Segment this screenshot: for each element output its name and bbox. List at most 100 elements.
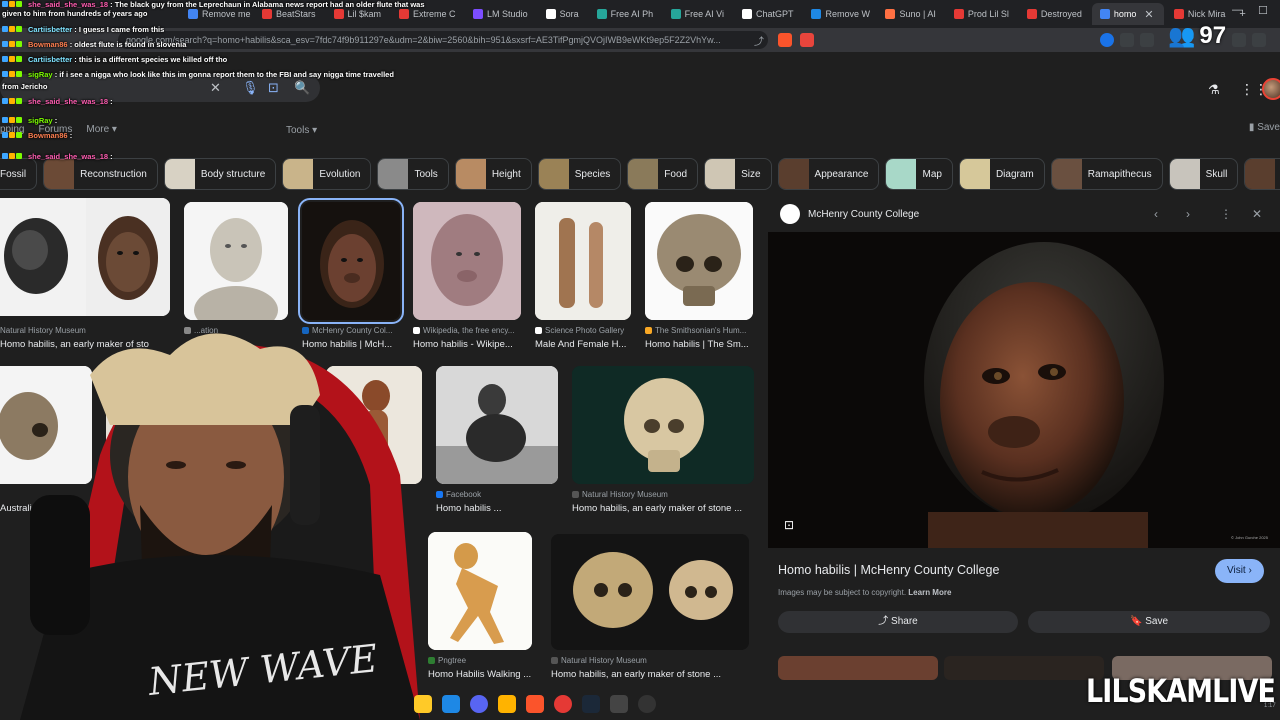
result-image[interactable] — [413, 202, 521, 320]
chip-species[interactable]: Species — [537, 158, 622, 190]
result-image[interactable] — [0, 198, 170, 316]
tab-label: LM Studio — [487, 9, 528, 19]
result-image[interactable] — [436, 366, 558, 484]
chip-label: Evolution — [319, 168, 361, 180]
chat-username[interactable]: sigRay — [28, 116, 53, 125]
minimize-button[interactable]: — — [1232, 4, 1243, 16]
4k-icon[interactable] — [638, 695, 656, 713]
favicon — [572, 491, 579, 498]
app2-icon[interactable] — [610, 695, 628, 713]
chat-username[interactable]: she_said_she_was_18 — [28, 152, 108, 161]
steam-icon[interactable] — [582, 695, 600, 713]
result-image[interactable] — [428, 532, 532, 650]
store-icon[interactable] — [442, 695, 460, 713]
chip-ramapithecus[interactable]: Ramapithecus — [1050, 158, 1163, 190]
browser-tab[interactable]: ChatGPT — [734, 3, 802, 25]
chip-thumbnail — [959, 159, 990, 189]
badge-icon — [2, 71, 8, 77]
chat-separator: : — [108, 97, 113, 106]
badge-icon — [16, 98, 22, 104]
chip-appearance[interactable]: Appearance — [777, 158, 880, 190]
sidebar-icon[interactable] — [1232, 33, 1246, 47]
browser-tab[interactable]: Free AI Vi — [663, 3, 732, 25]
next-image-icon[interactable]: › — [1186, 207, 1190, 221]
result-title[interactable]: Homo habilis, an early maker of stone ..… — [551, 669, 749, 680]
preview-site-name[interactable]: McHenry County College — [808, 209, 919, 220]
result-title[interactable]: Homo Habilis Walking ... — [428, 669, 532, 680]
related-image[interactable] — [944, 656, 1104, 680]
image-credit: © John Gurche 2025 — [1231, 535, 1269, 540]
chat-username[interactable]: Cartiisbetter — [28, 25, 72, 34]
chip-size[interactable]: Size — [704, 158, 772, 190]
browser-tab-active[interactable]: homo ✕ — [1091, 3, 1164, 25]
brave-rewards-icon[interactable] — [800, 33, 814, 47]
saved-button[interactable]: ▮ Save — [1249, 122, 1280, 133]
chat-username[interactable]: Bowman86 — [28, 131, 68, 140]
browser-tab[interactable]: Free AI Ph — [589, 3, 661, 25]
menu-icon[interactable] — [1252, 33, 1266, 47]
chip-label: Height — [491, 168, 521, 180]
chat-username[interactable]: Bowman86 — [28, 40, 68, 49]
chip-thumbnail — [705, 159, 736, 189]
browser-tab[interactable]: Remove W — [803, 3, 875, 25]
browser-tab[interactable]: Prod Lil Sl — [946, 3, 1017, 25]
browser-tab[interactable]: Suno | AI — [877, 3, 943, 25]
puzzle-icon[interactable] — [1140, 33, 1154, 47]
tab-close-icon[interactable]: ✕ — [1140, 8, 1157, 21]
flask-icon[interactable]: ⚗ — [1208, 82, 1220, 98]
brave-shield-icon[interactable] — [778, 33, 792, 47]
app-icon[interactable] — [498, 695, 516, 713]
result-image[interactable] — [572, 366, 754, 484]
browser-tab[interactable]: LM Studio — [465, 3, 536, 25]
wikipedia-habilis-image — [413, 202, 521, 320]
chat-username[interactable]: Cartiisbetter — [28, 55, 72, 64]
chip-label: Body structure — [200, 168, 266, 180]
chip-more[interactable] — [1244, 158, 1280, 190]
more-options-icon[interactable]: ⋮ — [1220, 207, 1232, 221]
preview-image[interactable]: © John Gurche 2025 — [768, 232, 1280, 548]
lens-icon[interactable]: ⊡ — [784, 518, 794, 532]
share-icon[interactable]: ⤴ — [754, 33, 768, 48]
result-title[interactable]: Male And Female H... — [535, 339, 635, 350]
result-title[interactable]: Homo habilis | The Sm... — [645, 339, 753, 350]
result-image[interactable] — [535, 202, 631, 320]
maximize-button[interactable]: ☐ — [1258, 4, 1268, 17]
result-source-label: Facebook — [446, 490, 482, 499]
chip-height[interactable]: Height — [454, 158, 532, 190]
chip-skull[interactable]: Skull — [1168, 158, 1239, 190]
chrome-icon[interactable] — [554, 695, 572, 713]
result-image[interactable] — [551, 534, 749, 650]
extension-icon[interactable] — [1120, 33, 1134, 47]
chip-label: Skull — [1205, 168, 1228, 180]
file-explorer-icon[interactable] — [414, 695, 432, 713]
prev-image-icon[interactable]: ‹ — [1154, 207, 1158, 221]
copyright-note: Images may be subject to copyright. Lear… — [778, 588, 951, 597]
related-image[interactable] — [778, 656, 938, 680]
extension-icon[interactable] — [1100, 33, 1114, 47]
result-source: The Smithsonian's Hum... — [645, 326, 753, 335]
chat-username[interactable]: she_said_she_was_18 — [28, 0, 108, 9]
brave-icon[interactable] — [526, 695, 544, 713]
avatar[interactable] — [1262, 78, 1280, 100]
learn-more-link[interactable]: Learn More — [908, 588, 951, 597]
visit-button[interactable]: Visit › — [1215, 559, 1264, 583]
save-button[interactable]: 🔖 Save — [1028, 611, 1270, 633]
discord-icon[interactable] — [470, 695, 488, 713]
result-image[interactable] — [298, 198, 404, 324]
browser-tab[interactable]: Destroyed — [1019, 3, 1090, 25]
result-title[interactable]: Homo habilis, an early maker of stone ..… — [572, 503, 754, 514]
share-button[interactable]: ⤴ Share — [778, 611, 1018, 633]
result-image[interactable] — [645, 202, 753, 320]
browser-tab[interactable]: Sora — [538, 3, 587, 25]
result-image[interactable] — [184, 202, 288, 320]
tab-favicon — [811, 9, 822, 19]
preview-title[interactable]: Homo habilis | McHenry County College — [778, 563, 999, 577]
chat-username[interactable]: she_said_she_was_18 — [28, 97, 108, 106]
chip-diagram[interactable]: Diagram — [958, 158, 1045, 190]
result-title[interactable]: Homo habilis ... — [436, 503, 558, 514]
chip-food[interactable]: Food — [627, 158, 699, 190]
chat-username[interactable]: sigRay — [28, 70, 53, 79]
close-icon[interactable]: ✕ — [1252, 207, 1262, 221]
chip-map[interactable]: Map — [885, 158, 953, 190]
badge-icon — [9, 132, 15, 138]
